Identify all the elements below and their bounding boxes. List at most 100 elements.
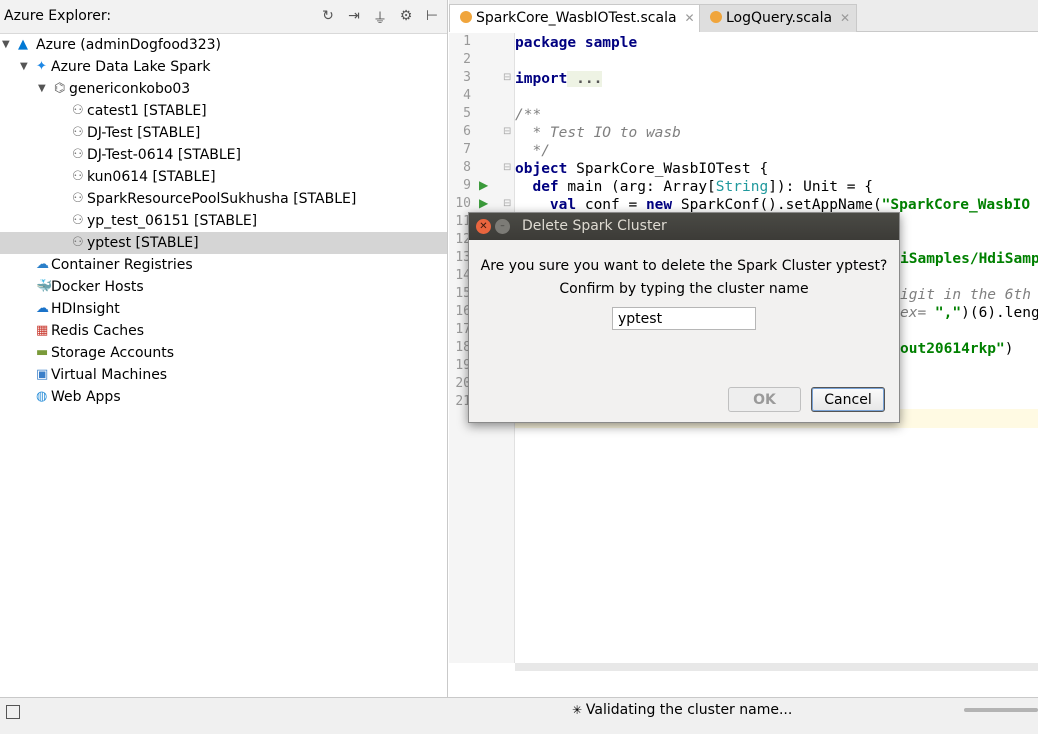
tree-node[interactable]: ▼ ✦ Azure Data Lake Spark (0, 56, 447, 78)
tree-node[interactable]: ⚇ DJ-Test [STABLE] (0, 122, 447, 144)
expand-arrow-icon[interactable]: ▼ (38, 78, 46, 100)
tree-node[interactable]: ⚇ yp_test_06151 [STABLE] (0, 210, 447, 232)
status-text: ✳ Validating the cluster name... (572, 702, 792, 718)
run-gutter-icon[interactable]: ▶ (479, 178, 488, 192)
tree-node[interactable]: ▼ ⌬ genericonkobo03 (0, 78, 447, 100)
delete-spark-cluster-dialog: ✕ – Delete Spark Cluster Are you sure yo… (468, 212, 900, 423)
tree-node[interactable]: ⚇ SparkResourcePoolSukhusha [STABLE] (0, 188, 447, 210)
redis-icon: ▦ (36, 323, 49, 338)
dialog-confirm-hint: Confirm by typing the cluster name (559, 281, 809, 297)
spark-star-icon: ✦ (36, 59, 47, 74)
code-line: */ (515, 143, 550, 159)
code-keyword: new (645, 197, 673, 213)
expand-arrow-icon[interactable]: ▼ (20, 56, 28, 78)
tree-node-label: yp_test_06151 [STABLE] (87, 213, 258, 229)
cluster-name-input[interactable] (612, 307, 756, 330)
code-string: "," (934, 305, 962, 321)
run-gutter-icon[interactable]: ▶ (479, 196, 488, 210)
code-text: main (arg: Array[ (558, 179, 716, 195)
code-param-hint: ex= (900, 305, 935, 321)
tree-node-label: Container Registries (51, 257, 193, 273)
plug-icon[interactable]: ⏚ (371, 8, 389, 28)
tree-node[interactable]: ▬ Storage Accounts (0, 342, 447, 364)
tree-node[interactable]: ☁ Container Registries (0, 254, 447, 276)
line-number: 2 (463, 52, 471, 67)
storage-icon: ▬ (36, 345, 49, 360)
status-message: Validating the cluster name... (585, 702, 793, 718)
tab-logquery[interactable]: LogQuery.scala ✕ (699, 4, 858, 32)
tree-node-label: Azure (adminDogfood323) (36, 37, 222, 53)
explorer-tree: ▼ ▲ Azure (adminDogfood323) ▼ ✦ Azure Data La… (0, 34, 447, 408)
tree-node[interactable]: ⚇ DJ-Test-0614 [STABLE] (0, 144, 447, 166)
explorer-header: Azure Explorer: ↻ ⇥ ⏚ ⚙ ⊢ (0, 0, 447, 34)
line-number: 3 (463, 70, 471, 85)
fold-icon[interactable]: ⊟ (503, 162, 511, 173)
tree-node-label: Redis Caches (51, 323, 145, 339)
tree-node-label: DJ-Test [STABLE] (87, 125, 201, 141)
line-number: 1 (463, 34, 471, 49)
line-number: 9 (463, 178, 471, 193)
tree-node-label: HDInsight (51, 301, 120, 317)
tree-node[interactable]: ⚇ yptest [STABLE] (0, 232, 447, 254)
fold-icon[interactable]: ⊟ (503, 126, 511, 137)
code-line: /** (515, 107, 542, 123)
tree-node[interactable]: ▼ ▲ Azure (adminDogfood323) (0, 34, 447, 56)
tree-node-label: Docker Hosts (51, 279, 144, 295)
close-icon[interactable]: ✕ (685, 11, 695, 25)
sign-in-icon[interactable]: ⇥ (345, 8, 363, 28)
fold-icon[interactable]: ⊟ (503, 198, 511, 209)
tree-node[interactable]: ◍ Web Apps (0, 386, 447, 408)
tree-node[interactable]: ☁ HDInsight (0, 298, 447, 320)
ok-button[interactable]: OK (728, 387, 801, 412)
code-line: def main (arg: Array[String]): Unit = { (515, 178, 873, 196)
refresh-icon[interactable]: ↻ (319, 8, 337, 28)
code-string: out20614rkp" (900, 341, 1005, 357)
dialog-titlebar: ✕ – Delete Spark Cluster (469, 213, 899, 240)
vm-icon: ▣ (36, 367, 49, 382)
tree-node[interactable]: ▣ Virtual Machines (0, 364, 447, 386)
code-import-folded[interactable]: ... (567, 71, 603, 87)
settings-icon[interactable]: ⚙ (397, 8, 415, 28)
close-icon[interactable]: ✕ (840, 11, 850, 25)
web-apps-icon: ◍ (36, 389, 48, 404)
hide-panel-icon[interactable]: ⊢ (423, 8, 441, 28)
code-line: * Test IO to wasb (515, 125, 681, 141)
line-number: 6 (463, 124, 471, 139)
line-number: 7 (463, 142, 471, 157)
tree-node[interactable]: 🐳 Docker Hosts (0, 276, 447, 298)
tab-label: LogQuery.scala (726, 10, 833, 26)
tree-node-label: genericonkobo03 (69, 81, 191, 97)
code-text: ) (1004, 341, 1014, 357)
fold-icon[interactable]: ⊟ (503, 72, 511, 83)
code-type: String (715, 179, 769, 195)
code-package: package sample (515, 35, 638, 51)
code-text: SparkCore_WasbIOTest { (567, 161, 769, 177)
minimize-icon[interactable]: – (495, 219, 510, 234)
tree-node-label: catest1 [STABLE] (87, 103, 207, 119)
tree-node-label: Azure Data Lake Spark (51, 59, 211, 75)
code-line: import ... (515, 70, 603, 88)
azure-explorer-panel: Azure Explorer: ↻ ⇥ ⏚ ⚙ ⊢ ▼ ▲ Azure (admin… (0, 0, 448, 697)
cancel-button[interactable]: Cancel (811, 387, 885, 412)
cluster-icon: ⚇ (72, 235, 84, 250)
code-keyword: val (515, 197, 577, 213)
code-line: out20614rkp") (900, 340, 1014, 358)
tool-windows-toggle-icon[interactable] (6, 705, 20, 719)
status-bar: ✳ Validating the cluster name... (0, 697, 1038, 734)
tab-sparkcore-wasbiotest[interactable]: SparkCore_WasbIOTest.scala ✕ (449, 4, 702, 32)
line-number: 8 (463, 160, 471, 175)
tree-node[interactable]: ▦ Redis Caches (0, 320, 447, 342)
tab-label: SparkCore_WasbIOTest.scala (476, 10, 677, 26)
horizontal-scrollbar[interactable] (515, 663, 1038, 671)
tree-node[interactable]: ⚇ catest1 [STABLE] (0, 100, 447, 122)
cluster-icon: ⚇ (72, 169, 84, 184)
hdinsight-icon: ☁ (36, 301, 49, 316)
scala-file-icon (710, 11, 722, 23)
tree-node-label: Web Apps (51, 389, 121, 405)
progress-bar (964, 708, 1038, 712)
tree-node[interactable]: ⚇ kun0614 [STABLE] (0, 166, 447, 188)
line-number: 5 (463, 106, 471, 121)
tree-node-label: SparkResourcePoolSukhusha [STABLE] (87, 191, 357, 207)
expand-arrow-icon[interactable]: ▼ (2, 34, 10, 56)
close-icon[interactable]: ✕ (476, 219, 491, 234)
